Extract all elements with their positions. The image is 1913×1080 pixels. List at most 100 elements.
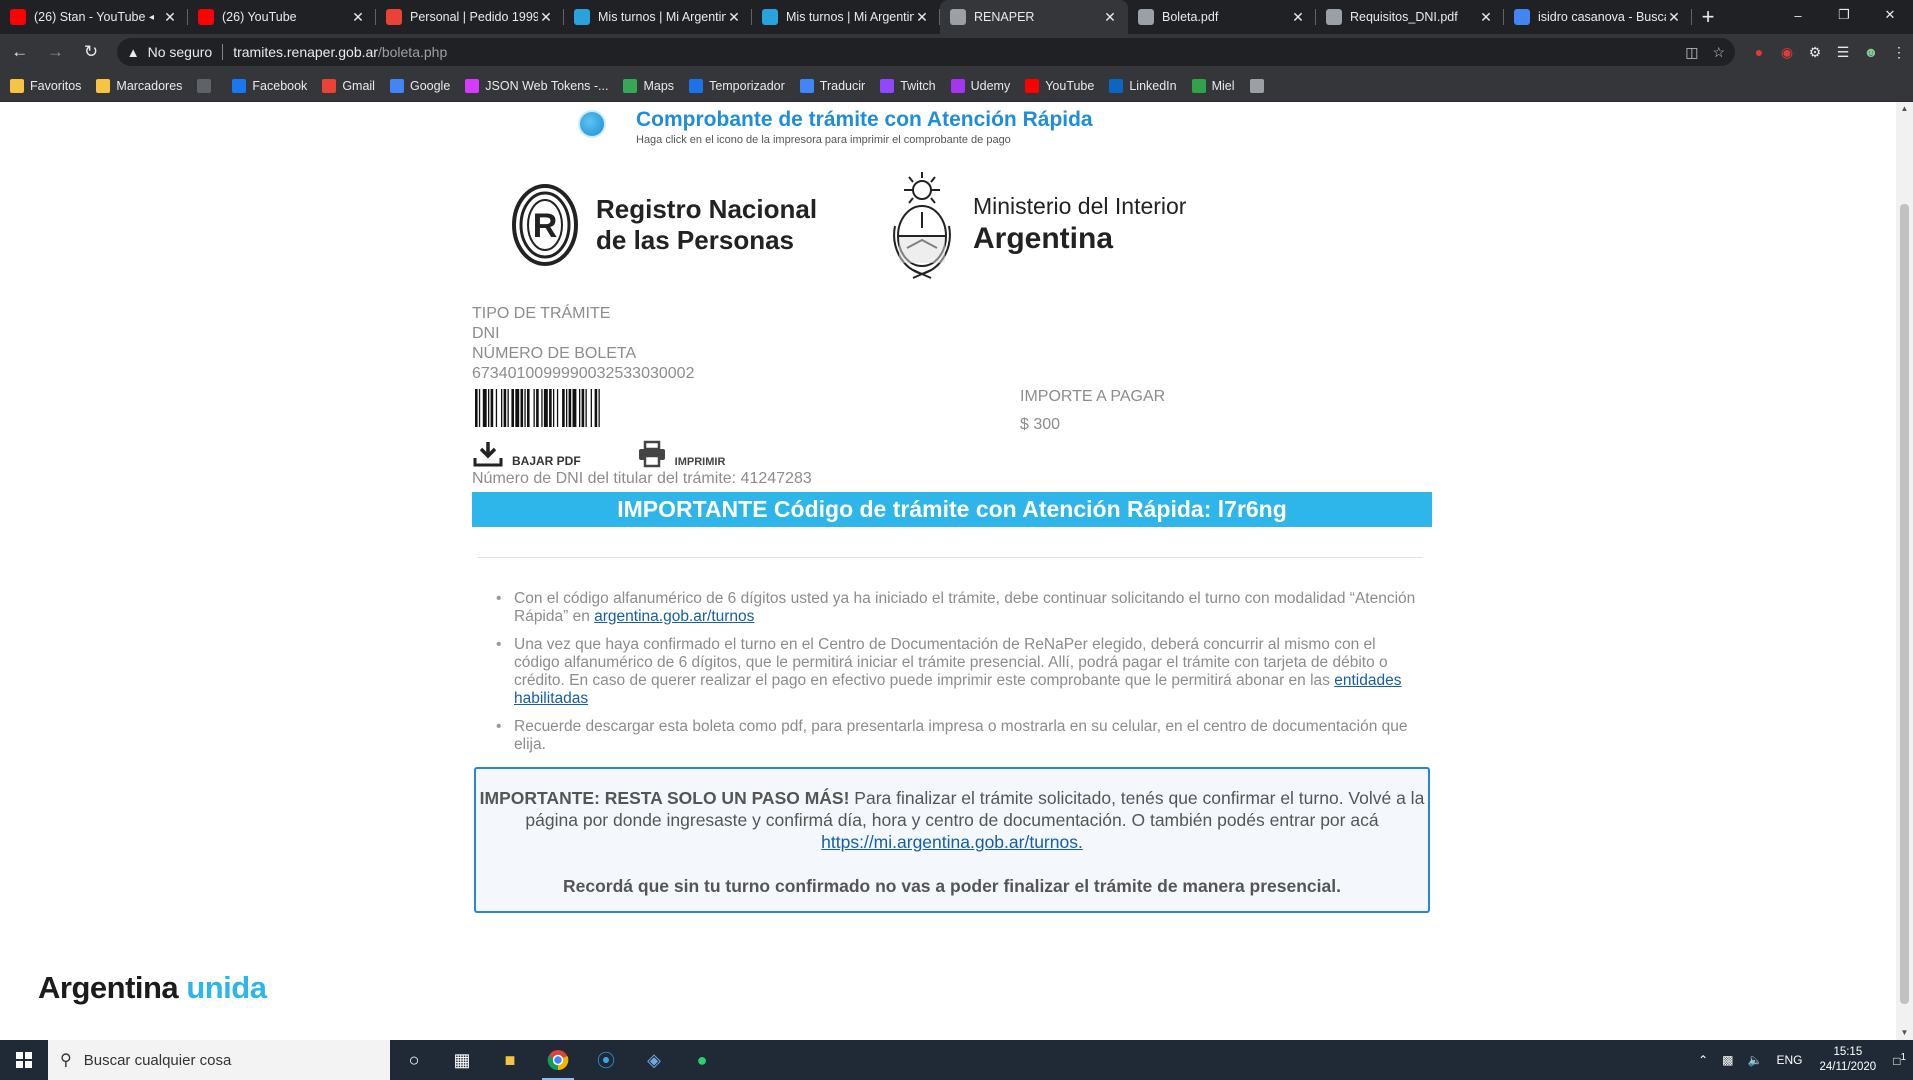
scrollbar-thumb[interactable] — [1900, 204, 1909, 1004]
browser-tab[interactable]: (26) YouTube ✕ — [188, 0, 376, 34]
notifications-icon[interactable]: □1 — [1893, 1052, 1906, 1068]
bookmark-item[interactable]: Temporizador — [689, 78, 785, 93]
close-tab-icon[interactable]: ✕ — [726, 9, 742, 26]
mi-argentina-turnos-link[interactable]: https://mi.argentina.gob.ar/turnos. — [821, 832, 1083, 852]
notice-last-line: Recordá que sin tu turno confirmado no v… — [563, 876, 1341, 896]
browser-tab[interactable]: Boleta.pdf ✕ — [1128, 0, 1316, 34]
bookmark-item[interactable]: Gmail — [322, 78, 375, 93]
start-button[interactable] — [0, 1040, 48, 1080]
browser-tab[interactable]: Requisitos_DNI.pdf ✕ — [1316, 0, 1504, 34]
section-divider — [477, 557, 1423, 558]
bookmark-item[interactable]: Miel — [1191, 78, 1235, 93]
chrome-icon — [547, 1050, 569, 1071]
bookmark-item[interactable]: LinkedIn — [1109, 78, 1177, 93]
bookmark-item[interactable]: Favoritos — [10, 78, 81, 93]
audio-playing-icon[interactable]: ◂ — [149, 12, 154, 23]
print-label: IMPRIMIR — [674, 456, 726, 468]
close-tab-icon[interactable]: ✕ — [1102, 9, 1118, 26]
bookmark-label: JSON Web Tokens -... — [485, 78, 609, 93]
jwt-icon — [465, 78, 480, 93]
restore-icon[interactable]: ❐ — [1821, 0, 1867, 30]
barcode-bar — [501, 389, 503, 427]
print-button[interactable]: IMPRIMIR — [637, 440, 726, 468]
close-tab-icon[interactable]: ✕ — [162, 9, 178, 26]
tool-button[interactable]: ◈ — [630, 1040, 678, 1080]
address-bar[interactable]: ▲ No seguro tramites.renaper.gob.ar/bole… — [116, 38, 1736, 66]
back-button[interactable]: ← — [4, 36, 36, 68]
reload-icon: ↻ — [83, 42, 99, 61]
system-clock[interactable]: 15:15 24/11/2020 — [1819, 1045, 1876, 1075]
youtube-icon — [10, 9, 26, 25]
bookmark-star-icon[interactable]: ☆ — [1712, 44, 1725, 61]
taskbar-search-box[interactable]: ⚲ Buscar cualquier cosa — [48, 1040, 390, 1080]
network-icon[interactable]: ▩ — [1722, 1053, 1733, 1067]
browser-tab[interactable]: isidro casanova - Buscar ✕ — [1504, 0, 1692, 34]
browser-tab[interactable]: Mis turnos | Mi Argentina ✕ — [564, 0, 752, 34]
google-icon — [1514, 9, 1530, 25]
barcode-bar — [507, 389, 509, 427]
bookmark-item[interactable]: Udemy — [950, 78, 1010, 93]
task-view-button[interactable]: ▦ — [438, 1040, 486, 1080]
close-tab-icon[interactable]: ✕ — [1478, 9, 1494, 26]
whatsapp-button[interactable]: ● — [678, 1040, 726, 1080]
close-tab-icon[interactable]: ✕ — [1290, 9, 1306, 26]
forward-button[interactable]: → — [40, 36, 72, 68]
browser-tab[interactable]: Personal | Pedido 19990 ✕ — [376, 0, 564, 34]
vscode-button[interactable]: ⦿ — [582, 1040, 630, 1080]
bookmark-item[interactable] — [1249, 78, 1270, 93]
close-window-icon[interactable]: ✕ — [1867, 0, 1913, 30]
close-tab-icon[interactable]: ✕ — [350, 9, 366, 26]
chrome-taskbar-button[interactable] — [534, 1040, 582, 1080]
new-tab-button[interactable]: + — [1692, 0, 1724, 34]
extension-red-icon[interactable]: ◉ — [1773, 44, 1801, 61]
bookmark-item[interactable]: Marcadores — [96, 78, 182, 93]
close-tab-icon[interactable]: ✕ — [538, 9, 554, 26]
warning-icon[interactable]: ▲ — [127, 45, 140, 60]
security-label[interactable]: No seguro — [148, 44, 213, 60]
translate-icon[interactable]: ◫ — [1685, 44, 1698, 61]
language-indicator[interactable]: ENG — [1776, 1053, 1802, 1067]
list-item: Una vez que haya confirmado el turno en … — [496, 636, 1416, 708]
bookmark-item[interactable] — [197, 78, 217, 93]
barcode-bar — [590, 389, 592, 427]
scroll-down-icon[interactable]: ▼ — [1896, 1026, 1913, 1040]
profile-avatar-icon[interactable]: ☻ — [1857, 44, 1885, 60]
bookmark-item[interactable]: Traducir — [799, 78, 865, 93]
omnibox-divider — [222, 44, 224, 60]
globe-icon — [1138, 9, 1154, 25]
extension-shield-icon[interactable]: ● — [1745, 44, 1773, 60]
vscode-icon: ⦿ — [597, 1051, 615, 1071]
bookmark-item[interactable]: Facebook — [232, 78, 307, 93]
browser-tab[interactable]: Mis turnos | Mi Argentina ✕ — [752, 0, 940, 34]
bookmark-item[interactable]: Maps — [623, 78, 674, 93]
browser-tab[interactable]: RENAPER ✕ — [940, 0, 1128, 34]
file-explorer-button[interactable]: ■ — [486, 1040, 534, 1080]
browser-tab[interactable]: (26) Stan - YouTube ◂ ✕ — [0, 0, 188, 34]
show-hidden-icons-icon[interactable]: ⌃ — [1698, 1053, 1708, 1067]
close-tab-icon[interactable]: ✕ — [914, 9, 930, 26]
menu-kebab-icon[interactable]: ⋮ — [1885, 44, 1913, 61]
bookmark-item[interactable]: YouTube — [1025, 78, 1094, 93]
bookmark-item[interactable]: Google — [389, 78, 450, 93]
close-tab-icon[interactable]: ✕ — [1666, 9, 1682, 26]
volume-icon[interactable]: 🔈 — [1748, 1053, 1763, 1067]
page-scrollbar[interactable]: ▲ ▼ — [1896, 102, 1913, 1040]
cortana-button[interactable]: ○ — [390, 1040, 438, 1080]
bookmark-label: Twitch — [900, 78, 936, 93]
turnos-link[interactable]: argentina.gob.ar/turnos — [594, 608, 754, 625]
extensions-puzzle-icon[interactable]: ⚙ — [1801, 44, 1829, 61]
bookmark-item[interactable]: Twitch — [880, 78, 936, 93]
minimize-icon[interactable]: – — [1775, 0, 1821, 30]
tab-title: Mis turnos | Mi Argentina — [598, 10, 726, 24]
barcode-bar — [562, 389, 565, 427]
scroll-up-icon[interactable]: ▲ — [1896, 102, 1913, 116]
bookmark-item[interactable]: JSON Web Tokens -... — [465, 78, 609, 93]
renaper-logo-line2: de las Personas — [596, 225, 794, 255]
barcode-bar — [515, 389, 520, 427]
url-path[interactable]: /boleta.php — [378, 44, 447, 60]
reload-button[interactable]: ↻ — [75, 36, 107, 68]
url-host[interactable]: tramites.renaper.gob.ar — [233, 44, 378, 60]
arrow-left-icon: ← — [11, 42, 29, 61]
playlist-icon[interactable]: ☰ — [1829, 44, 1857, 61]
download-pdf-button[interactable]: BAJAR PDF — [472, 440, 581, 468]
